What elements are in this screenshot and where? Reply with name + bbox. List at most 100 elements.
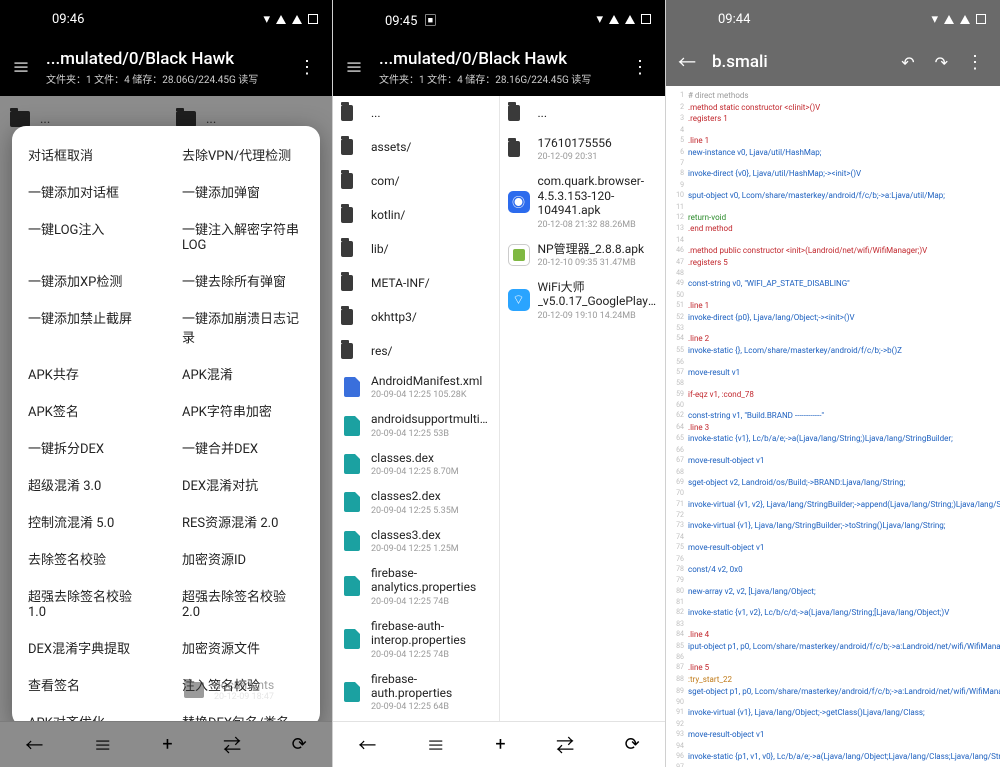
file-row[interactable]: lib/ bbox=[333, 232, 499, 266]
hamburger-icon[interactable]: ≡ bbox=[12, 54, 40, 80]
back-icon[interactable]: ← bbox=[358, 732, 376, 758]
code-line[interactable]: 65invoke-static {v1}, Lc/b/a/e;->a(Ljava… bbox=[668, 433, 1000, 445]
code-line[interactable]: 59if-eqz v1, :cond_78 bbox=[668, 389, 1000, 401]
popup-item[interactable]: 加密资源文件 bbox=[166, 629, 320, 666]
popup-item[interactable]: APK共存 bbox=[12, 355, 166, 392]
code-line[interactable]: 55invoke-static {}, Lcom/share/masterkey… bbox=[668, 345, 1000, 357]
popup-item[interactable]: 一键合并DEX bbox=[166, 429, 320, 466]
code-line[interactable]: 78const/4 v2, 0x0 bbox=[668, 564, 1000, 576]
code-line[interactable]: 67move-result-object v1 bbox=[668, 455, 1000, 467]
refresh-icon[interactable]: ⟳ bbox=[625, 734, 640, 755]
swap-icon[interactable]: ⇄ bbox=[223, 732, 241, 758]
popup-item[interactable]: 一键添加XP检测 bbox=[12, 262, 166, 299]
file-row[interactable]: ◉com.quark.browser-4.5.3.153-120-104941.… bbox=[500, 168, 666, 235]
code-line[interactable]: 6new-instance v0, Ljava/util/HashMap; bbox=[668, 147, 1000, 159]
code-line[interactable]: 70 bbox=[668, 488, 1000, 498]
popup-item[interactable]: 超强去除签名校验1.0 bbox=[12, 577, 166, 629]
file-row[interactable]: ... bbox=[500, 96, 666, 130]
popup-item[interactable]: 一键注入解密字符串LOG bbox=[166, 210, 320, 262]
code-line[interactable]: 54.line 2 bbox=[668, 333, 1000, 345]
code-line[interactable]: 81 bbox=[668, 597, 1000, 607]
code-line[interactable]: 73invoke-virtual {v1}, Ljava/lang/String… bbox=[668, 520, 1000, 532]
code-line[interactable]: 52invoke-direct {p0}, Ljava/lang/Object;… bbox=[668, 312, 1000, 324]
code-line[interactable]: 12return-void bbox=[668, 212, 1000, 224]
code-line[interactable]: 88:try_start_22 bbox=[668, 674, 1000, 686]
code-line[interactable]: 9 bbox=[668, 180, 1000, 190]
code-line[interactable]: 85iput-object p1, p0, Lcom/share/masterk… bbox=[668, 641, 1000, 653]
back-icon[interactable]: ← bbox=[25, 732, 43, 758]
code-line[interactable]: 7 bbox=[668, 158, 1000, 168]
code-line[interactable]: 91invoke-virtual {v1}, Ljava/lang/Object… bbox=[668, 707, 1000, 719]
code-line[interactable]: 58 bbox=[668, 378, 1000, 388]
code-line[interactable]: 48 bbox=[668, 268, 1000, 278]
file-row[interactable]: okhttp3/ bbox=[333, 300, 499, 334]
file-row[interactable]: ... bbox=[333, 96, 499, 130]
list-icon[interactable]: ≡ bbox=[94, 732, 112, 758]
code-line[interactable]: 84.line 4 bbox=[668, 629, 1000, 641]
add-icon[interactable]: + bbox=[495, 734, 505, 755]
code-line[interactable]: 2.method static constructor <clinit>()V bbox=[668, 102, 1000, 114]
code-line[interactable]: 71invoke-virtual {v1, v2}, Ljava/lang/St… bbox=[668, 499, 1000, 511]
code-line[interactable]: 11 bbox=[668, 202, 1000, 212]
file-row[interactable]: classes3.dex20-09-04 12:25 1.25M bbox=[333, 522, 499, 560]
file-row[interactable]: firebase-auth-interop.properties20-09-04… bbox=[333, 613, 499, 666]
popup-item[interactable]: 加密资源ID bbox=[166, 540, 320, 577]
back-arrow-icon[interactable]: ← bbox=[678, 49, 706, 75]
popup-item[interactable]: 超强去除签名校验2.0 bbox=[166, 577, 320, 629]
code-line[interactable]: 94 bbox=[668, 741, 1000, 751]
code-line[interactable]: 72 bbox=[668, 510, 1000, 520]
code-line[interactable]: 50 bbox=[668, 290, 1000, 300]
code-line[interactable]: 76 bbox=[668, 554, 1000, 564]
popup-item[interactable]: 查看签名 bbox=[12, 666, 166, 703]
code-line[interactable]: 97 bbox=[668, 762, 1000, 767]
swap-icon[interactable]: ⇄ bbox=[556, 732, 574, 758]
code-line[interactable]: 86 bbox=[668, 652, 1000, 662]
code-line[interactable]: 75move-result-object v1 bbox=[668, 542, 1000, 554]
code-line[interactable]: 83 bbox=[668, 619, 1000, 629]
popup-item[interactable]: 一键添加弹窗 bbox=[166, 173, 320, 210]
file-row[interactable]: AndroidManifest.xml20-09-04 12:25 105.28… bbox=[333, 368, 499, 406]
refresh-icon[interactable]: ⟳ bbox=[292, 734, 307, 755]
code-line[interactable]: 14 bbox=[668, 235, 1000, 245]
code-line[interactable]: 10sput-object v0, Lcom/share/masterkey/a… bbox=[668, 190, 1000, 202]
popup-item[interactable]: 一键拆分DEX bbox=[12, 429, 166, 466]
file-row[interactable]: META-INF/ bbox=[333, 266, 499, 300]
popup-item[interactable]: APK字符串加密 bbox=[166, 392, 320, 429]
code-line[interactable]: 56 bbox=[668, 357, 1000, 367]
code-line[interactable]: 92 bbox=[668, 719, 1000, 729]
code-line[interactable]: 46.method public constructor <init>(Land… bbox=[668, 245, 1000, 257]
left-column[interactable]: ...assets/com/kotlin/lib/META-INF/okhttp… bbox=[333, 96, 499, 721]
popup-item[interactable]: 一键去除所有弹窗 bbox=[166, 262, 320, 299]
file-row[interactable]: com/ bbox=[333, 164, 499, 198]
code-line[interactable]: 93move-result-object v1 bbox=[668, 729, 1000, 741]
file-row[interactable]: classes2.dex20-09-04 12:25 5.35M bbox=[333, 483, 499, 521]
overflow-icon[interactable]: ⋮ bbox=[627, 57, 653, 78]
code-line[interactable]: 5.line 1 bbox=[668, 135, 1000, 147]
popup-item[interactable]: DEX混淆对抗 bbox=[166, 466, 320, 503]
code-line[interactable]: 53 bbox=[668, 323, 1000, 333]
code-line[interactable]: 79 bbox=[668, 575, 1000, 585]
popup-item[interactable]: 去除VPN/代理检测 bbox=[166, 136, 320, 173]
file-row[interactable]: classes.dex20-09-04 12:25 8.70M bbox=[333, 445, 499, 483]
popup-item[interactable]: 对话框取消 bbox=[12, 136, 166, 173]
path-title[interactable]: ...mulated/0/Black Hawk bbox=[379, 49, 627, 69]
overflow-icon[interactable]: ⋮ bbox=[294, 57, 320, 78]
right-column[interactable]: ...1761017555620-12-09 20:31◉com.quark.b… bbox=[499, 96, 666, 721]
redo-icon[interactable]: ↷ bbox=[935, 53, 948, 72]
code-line[interactable]: 64.line 3 bbox=[668, 422, 1000, 434]
popup-item[interactable]: 去除签名校验 bbox=[12, 540, 166, 577]
code-line[interactable]: 8invoke-direct {v0}, Ljava/util/HashMap;… bbox=[668, 168, 1000, 180]
file-row[interactable]: 1761017555620-12-09 20:31 bbox=[500, 130, 666, 168]
file-row[interactable]: firebase-analytics.properties20-09-04 12… bbox=[333, 560, 499, 613]
code-line[interactable]: 80new-array v2, v2, [Ljava/lang/Object; bbox=[668, 586, 1000, 598]
file-row[interactable]: NP管理器_2.8.8.apk20-12-10 09:35 31.47MB bbox=[500, 236, 666, 274]
code-line[interactable]: 74 bbox=[668, 532, 1000, 542]
file-row[interactable]: ⌔WiFi大师_v5.0.17_GooglePlay(1).apk20-12-0… bbox=[500, 274, 666, 327]
file-row[interactable]: assets/ bbox=[333, 130, 499, 164]
popup-item[interactable]: 控制流混淆 5.0 bbox=[12, 503, 166, 540]
hamburger-icon[interactable]: ≡ bbox=[345, 54, 373, 80]
code-line[interactable]: 96invoke-static {p1, v1, v0}, Lc/b/a/e;-… bbox=[668, 751, 1000, 763]
code-line[interactable]: 47.registers 5 bbox=[668, 257, 1000, 269]
popup-item[interactable]: APK混淆 bbox=[166, 355, 320, 392]
file-row[interactable]: firebase-auth.properties20-09-04 12:25 6… bbox=[333, 666, 499, 719]
